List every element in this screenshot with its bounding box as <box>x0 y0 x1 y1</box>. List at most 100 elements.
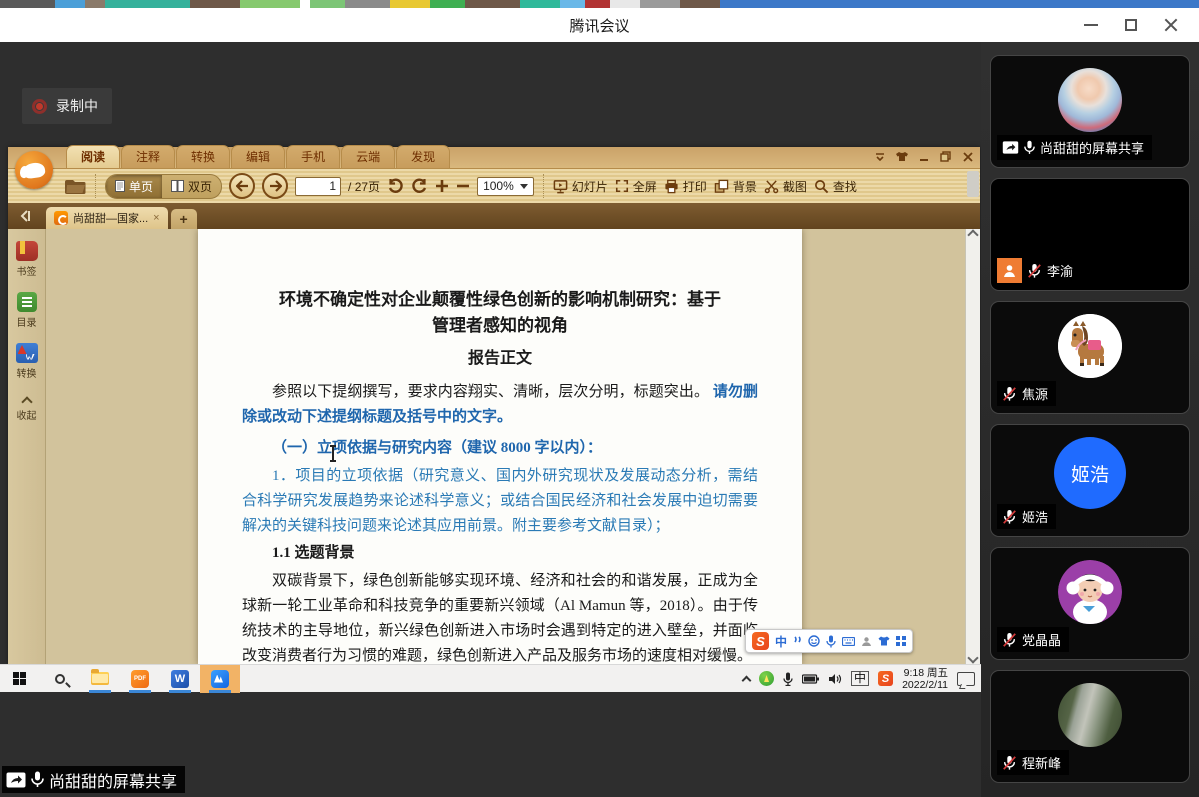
participant-tile-dangjingjing[interactable]: 党晶晶 <box>990 547 1190 660</box>
tray-antivirus-icon[interactable] <box>759 671 774 686</box>
zoom-level-dropdown[interactable]: 100% <box>477 177 534 196</box>
collapse-ribbon-icon[interactable] <box>873 150 886 163</box>
pdf-minimize-icon[interactable] <box>917 150 930 163</box>
pdf-app-taskbar-button[interactable]: PDF <box>120 665 160 693</box>
collapse-panel-button[interactable]: 收起 <box>17 398 37 422</box>
close-button[interactable] <box>1151 8 1191 42</box>
print-button[interactable]: 打印 <box>664 178 707 195</box>
taskbar-search-button[interactable] <box>40 665 80 693</box>
tray-clock[interactable]: 9:18 周五 2022/2/11 <box>902 667 948 691</box>
vertical-scrollbar[interactable] <box>965 229 980 664</box>
close-tab-icon[interactable]: × <box>153 212 159 224</box>
tray-battery-icon[interactable] <box>802 674 819 684</box>
maximize-button[interactable] <box>1111 8 1151 42</box>
mic-on-icon <box>1024 140 1035 155</box>
pdf-close-icon[interactable] <box>961 150 974 163</box>
start-button[interactable] <box>0 665 40 693</box>
ime-keyboard-icon[interactable] <box>842 637 855 646</box>
ime-skin-icon[interactable] <box>878 636 890 646</box>
zoom-out-button[interactable] <box>456 179 470 193</box>
screen-share-icon <box>6 772 26 788</box>
meeting-taskbar-button[interactable] <box>200 665 240 693</box>
mic-muted-icon <box>1027 263 1042 279</box>
open-folder-button[interactable] <box>64 178 86 195</box>
print-icon <box>664 179 679 194</box>
sogou-logo-icon[interactable]: S <box>752 632 769 650</box>
tray-mic-icon[interactable] <box>783 672 793 686</box>
recording-indicator[interactable]: 录制中 <box>22 88 112 124</box>
rotate-left-button[interactable] <box>387 178 404 194</box>
pdf-restore-icon[interactable] <box>939 150 952 163</box>
windows-taskbar: PDF W 中 S 9:18 周五 2022/2/11 <box>0 664 981 692</box>
participant-label: 李渝 <box>997 258 1081 283</box>
scissors-icon <box>764 179 779 194</box>
background-button[interactable]: 背景 <box>714 178 757 195</box>
tab-mobile[interactable]: 手机 <box>286 145 340 168</box>
document-tab[interactable]: 尚甜甜—国家... × <box>46 207 168 229</box>
mic-muted-icon <box>1002 386 1017 402</box>
collapse-tabbar-icon[interactable] <box>14 206 36 226</box>
rotate-right-button[interactable] <box>411 178 428 194</box>
tab-read[interactable]: 阅读 <box>66 145 120 168</box>
participants-sidebar: 尚甜甜的屏幕共享 李渝 焦源 <box>981 42 1199 797</box>
convert-panel-button[interactable]: 转换 <box>16 343 38 380</box>
tab-convert[interactable]: 转换 <box>176 145 230 168</box>
participant-tile-chengxinfeng[interactable]: 程新峰 <box>990 670 1190 783</box>
tray-expand-icon[interactable] <box>742 675 752 685</box>
fullscreen-button[interactable]: 全屏 <box>615 178 657 195</box>
next-page-button[interactable] <box>262 173 288 199</box>
page-number-input[interactable] <box>295 177 341 196</box>
ime-emoji-icon[interactable] <box>808 635 820 647</box>
word-taskbar-button[interactable]: W <box>160 665 200 693</box>
maximize-icon <box>1125 19 1137 31</box>
document-tab-title: 尚甜甜—国家... <box>73 210 148 226</box>
toc-panel-button[interactable]: 目录 <box>17 292 37 329</box>
find-button[interactable]: 查找 <box>814 178 857 195</box>
prev-page-button[interactable] <box>229 173 255 199</box>
document-viewport[interactable]: 环境不确定性对企业颠覆性绿色创新的影响机制研究：基于 管理者感知的视角 报告正文… <box>46 229 965 664</box>
window-controls <box>1071 8 1191 42</box>
system-tray: 中 S 9:18 周五 2022/2/11 <box>743 667 981 691</box>
tab-discover[interactable]: 发现 <box>396 145 450 168</box>
pdf-app-logo-icon[interactable] <box>15 151 53 189</box>
zoom-in-button[interactable] <box>435 179 449 193</box>
double-page-button[interactable]: 双页 <box>162 175 221 198</box>
shared-screen-area: 录制中 阅读 注释 转换 编辑 手机 云端 发现 <box>0 42 981 797</box>
participant-tile-jihao[interactable]: 姬浩 姬浩 <box>990 424 1190 537</box>
tab-cloud[interactable]: 云端 <box>341 145 395 168</box>
single-page-button[interactable]: 单页 <box>106 175 162 198</box>
new-tab-button[interactable]: + <box>171 209 197 229</box>
notification-center-icon[interactable] <box>957 672 975 686</box>
recording-dot-icon <box>32 99 47 114</box>
slideshow-button[interactable]: 幻灯片 <box>553 178 608 195</box>
ime-account-icon[interactable] <box>861 636 872 647</box>
screenshot-button[interactable]: 截图 <box>764 178 807 195</box>
participant-name: 李渝 <box>1047 261 1073 280</box>
toolbar-divider <box>543 174 544 198</box>
skin-icon[interactable] <box>895 150 908 163</box>
toolbar-divider <box>95 174 96 198</box>
file-explorer-button[interactable] <box>80 665 120 693</box>
tab-edit[interactable]: 编辑 <box>231 145 285 168</box>
participant-tile-liyu[interactable]: 李渝 <box>990 178 1190 291</box>
participant-tile-jiaoyuan[interactable]: 焦源 <box>990 301 1190 414</box>
tray-sogou-icon[interactable]: S <box>878 671 893 686</box>
ime-menu-grid-icon[interactable] <box>896 636 906 646</box>
participant-label: 姬浩 <box>997 504 1056 529</box>
minimize-button[interactable] <box>1071 8 1111 42</box>
ime-punctuation-icon[interactable] <box>793 636 802 646</box>
document-title: 环境不确定性对企业颠覆性绿色创新的影响机制研究：基于 管理者感知的视角 <box>242 287 758 339</box>
ime-toolbar: S 中 <box>745 629 913 653</box>
tab-annotate[interactable]: 注释 <box>121 145 175 168</box>
ime-voice-icon[interactable] <box>826 635 836 648</box>
participant-name: 程新峰 <box>1022 753 1061 772</box>
scrollbar-thumb[interactable] <box>967 171 979 197</box>
mic-muted-icon <box>1002 755 1017 771</box>
scroll-up-icon[interactable] <box>967 229 978 240</box>
tray-ime-indicator[interactable]: 中 <box>851 671 869 686</box>
bookmark-panel-button[interactable]: 书签 <box>16 241 38 278</box>
scroll-down-icon[interactable] <box>967 652 978 663</box>
tray-volume-icon[interactable] <box>828 673 842 685</box>
participant-tile-sharer[interactable]: 尚甜甜的屏幕共享 <box>990 55 1190 168</box>
ime-mode-toggle[interactable]: 中 <box>775 633 787 650</box>
